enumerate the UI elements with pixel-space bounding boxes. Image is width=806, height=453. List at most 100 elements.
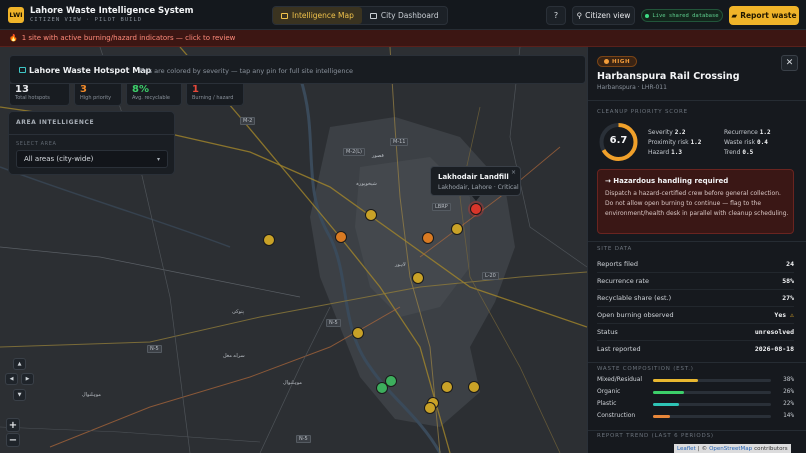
select-area-label: SELECT AREA — [16, 141, 57, 147]
place-label: سراے مغل — [223, 353, 245, 359]
tab-label: City Dashboard — [380, 11, 439, 20]
data-row-recurrence-rate: Recurrence rate 58% — [597, 273, 794, 289]
place-label: پتوکی — [232, 309, 245, 315]
place-label: لاہور — [395, 262, 406, 268]
pan-up-button[interactable]: ▲ — [13, 358, 26, 370]
area-select-value: All areas (city-wide) — [24, 155, 94, 163]
metric-label: Recurrence — [724, 129, 758, 136]
composition-fill — [653, 391, 684, 394]
data-row-status: Status unresolved — [597, 324, 794, 340]
data-row-last-reported: Last reported 2026-08-18 — [597, 341, 794, 357]
popup-title: Lakhodair Landfill — [438, 173, 509, 181]
hotspot-pin-medium[interactable] — [468, 381, 480, 393]
top-bar: LWI Lahore Waste Intelligence System CIT… — [0, 0, 806, 30]
stat-value: 13 — [15, 84, 29, 95]
place-label: موہلنوال — [82, 392, 101, 398]
area-select[interactable]: All areas (city-wide) ▾ — [16, 150, 168, 168]
hazard-title: → Hazardous handling required — [605, 177, 729, 185]
composition-track — [653, 415, 771, 418]
hotspot-pin-medium[interactable] — [451, 223, 463, 235]
road-shield-label: N-5 — [326, 319, 341, 327]
popup-close-icon[interactable]: × — [511, 169, 516, 176]
zoom-in-button[interactable]: + — [6, 418, 20, 432]
map-icon — [281, 12, 288, 19]
app-subtitle: CITIZEN VIEW · PILOT BUILD — [30, 17, 143, 23]
hotspot-pin-medium[interactable] — [263, 234, 275, 246]
composition-value: 14% — [783, 412, 794, 419]
stat-burning-hazard: 1 Burning / hazard — [186, 84, 244, 106]
metric-label: Trend — [724, 149, 741, 156]
row-label: Recyclable share (est.) — [597, 294, 672, 302]
metric-value: 1.2 — [759, 129, 771, 136]
metric-label: Hazard — [648, 149, 670, 156]
hotspot-pin-medium[interactable] — [441, 381, 453, 393]
hotspot-pin-critical[interactable] — [470, 203, 482, 215]
help-button[interactable]: ? — [546, 6, 566, 25]
metric-label: Waste risk — [724, 139, 756, 146]
attribution-copyright: © — [701, 445, 708, 452]
metric-proximity-risk: Proximity risk 1.2 — [648, 139, 701, 146]
row-value-group: Yes ⚠ — [774, 311, 794, 319]
hazard-alert-banner[interactable]: 🔥 1 site with active burning/hazard indi… — [0, 30, 806, 47]
stat-value: 8% — [132, 84, 149, 95]
zoom-out-button[interactable]: − — [6, 433, 20, 447]
row-label: Last reported — [597, 345, 641, 353]
metric-value: 2.2 — [674, 129, 686, 136]
report-waste-button[interactable]: ▰ Report waste — [729, 6, 799, 25]
place-label: قصور — [372, 153, 384, 159]
composition-label: Organic — [597, 388, 621, 395]
attribution-separator: | — [697, 445, 700, 452]
road-shield-label: M-2(L) — [343, 148, 365, 156]
hotspot-pin-medium[interactable] — [412, 272, 424, 284]
priority-score-value: 6.7 — [609, 135, 628, 146]
site-area: Harbanspura · LHR-011 — [597, 84, 667, 91]
hotspot-pin-low[interactable] — [376, 382, 388, 394]
app-logo: LWI — [8, 7, 24, 23]
metric-label: Severity — [648, 129, 673, 136]
map-header-panel: Lahore Waste Hotspot Map Pins are colore… — [9, 55, 586, 84]
osm-link[interactable]: OpenStreetMap — [709, 446, 752, 452]
composition-fill — [653, 379, 698, 382]
tab-intelligence-map[interactable]: Intelligence Map — [273, 7, 362, 24]
popup-tip — [472, 196, 480, 201]
divider — [588, 100, 806, 101]
tab-city-dashboard[interactable]: City Dashboard — [362, 7, 447, 24]
severity-badge: HIGH — [597, 56, 638, 67]
pan-left-button[interactable]: ◀ — [5, 373, 18, 385]
hotspot-pin-medium[interactable] — [352, 327, 364, 339]
severity-label: HIGH — [612, 58, 631, 65]
road-shield-label: LBRP — [432, 203, 451, 211]
severity-dot-icon — [604, 59, 609, 64]
alert-text: 1 site with active burning/hazard indica… — [21, 34, 236, 42]
pan-right-button[interactable]: ▶ — [21, 373, 34, 385]
road-shield-label: M-2 — [240, 117, 256, 125]
divider — [588, 430, 806, 431]
stat-value: 3 — [80, 84, 87, 95]
hotspot-pin-medium[interactable] — [365, 209, 377, 221]
metric-severity: Severity 2.2 — [648, 129, 686, 136]
stat-total-hotspots: 13 Total hotspots — [9, 84, 70, 106]
citizen-view-button[interactable]: ⚲ Citizen view — [572, 6, 635, 25]
metric-waste-risk: Waste risk 0.4 — [724, 139, 768, 146]
hotspot-pin-high[interactable] — [335, 231, 347, 243]
map-stats: 13 Total hotspots 3 High priority 8% Avg… — [9, 84, 244, 106]
composition-track — [653, 391, 771, 394]
data-row-open-burning: Open burning observed Yes ⚠ — [597, 307, 794, 323]
metric-value: 1.2 — [690, 139, 702, 146]
row-value: unresolved — [754, 328, 794, 336]
leaflet-link[interactable]: Leaflet — [677, 446, 696, 452]
stat-high-priority: 3 High priority — [74, 84, 122, 106]
metric-trend: Trend 0.5 — [724, 149, 753, 156]
composition-value: 26% — [783, 388, 794, 395]
hotspot-pin-high[interactable] — [422, 232, 434, 244]
stat-label: High priority — [80, 95, 112, 101]
road-shield-label: L-20 — [482, 272, 499, 280]
divider — [588, 241, 806, 242]
pan-down-button[interactable]: ▼ — [13, 389, 26, 401]
composition-label: Construction — [597, 412, 636, 419]
close-panel-button[interactable]: ✕ — [781, 55, 798, 71]
hotspot-map[interactable]: M-2M-11M-2(L)قصورشیخوپورہمریدکےLBRPلاہور… — [0, 47, 587, 453]
data-row-reports-filed: Reports filed 24 — [597, 256, 794, 272]
road-shield-label: M-11 — [390, 138, 409, 146]
hotspot-pin-medium[interactable] — [424, 402, 436, 414]
